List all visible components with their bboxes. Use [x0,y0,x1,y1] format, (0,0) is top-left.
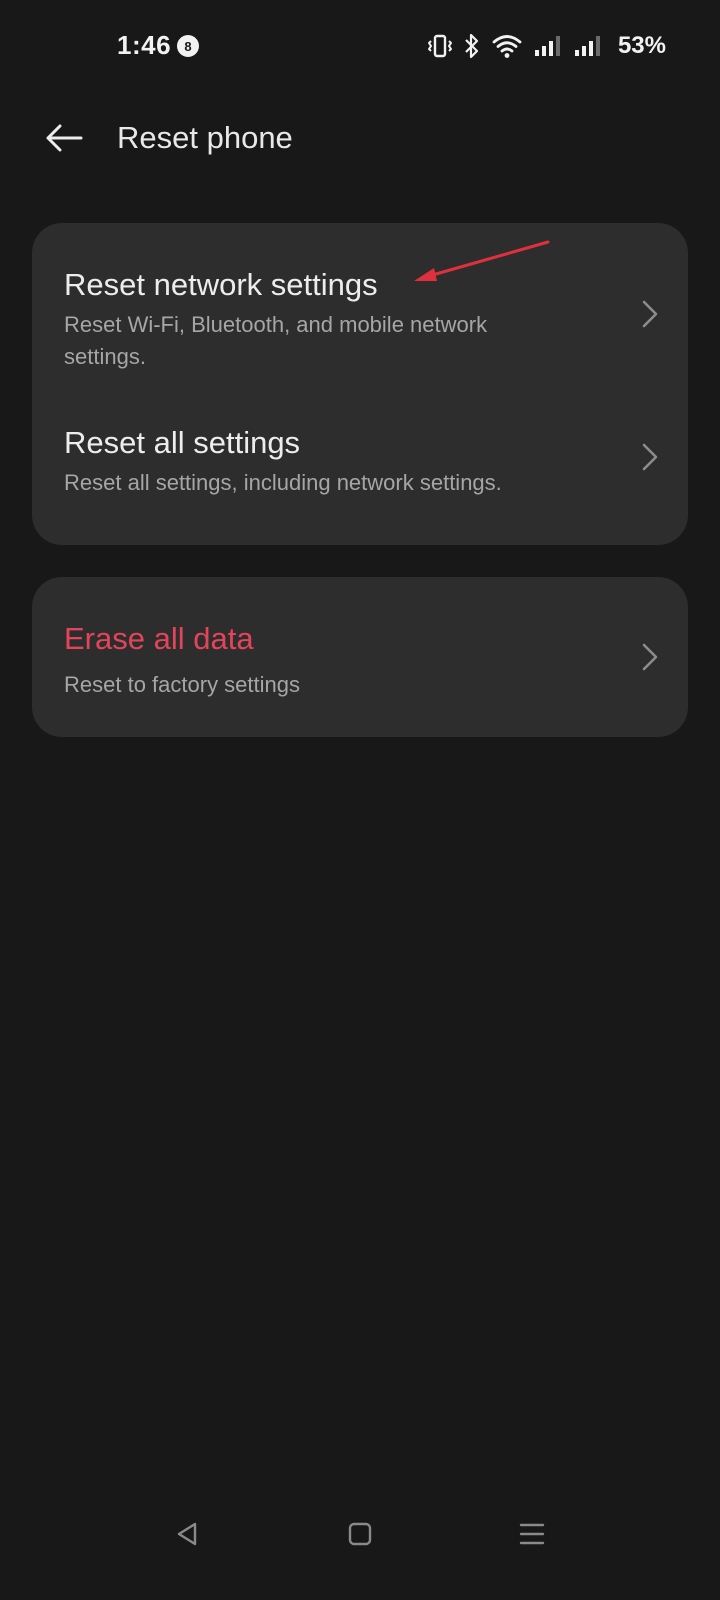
erase-all-subtitle: Reset to factory settings [64,672,300,697]
reset-all-settings-item[interactable]: Reset all settings Reset all settings, i… [32,383,688,545]
status-bar: 1:46 8 53% [0,0,720,96]
reset-options-card: Reset network settings Reset Wi-Fi, Blue… [32,223,688,545]
annotation-arrow-icon [414,240,550,281]
reset-network-settings-item[interactable]: Reset network settings Reset Wi-Fi, Blue… [32,223,688,383]
signal-icon [574,34,602,58]
back-triangle-icon [173,1520,201,1553]
wifi-icon [492,33,522,59]
nav-back-button[interactable] [163,1512,211,1560]
reset-all-title: Reset all settings [64,425,301,460]
page-title: Reset phone [117,120,293,155]
reset-all-subtitle: Reset all settings, including network se… [64,470,502,495]
status-time: 1:46 [117,30,172,60]
home-square-icon [346,1520,374,1553]
app-header: Reset phone [0,100,720,180]
status-icons: 53% [427,30,666,62]
reset-network-subtitle: Reset Wi-Fi, Bluetooth, and mobile netwo… [64,312,488,369]
bluetooth-icon [464,33,480,59]
notification-badge: 8 [177,35,199,57]
reset-network-title: Reset network settings [64,267,378,302]
erase-all-title: Erase all data [64,621,254,656]
system-nav-bar [0,1480,720,1600]
nav-recents-button[interactable] [508,1512,556,1560]
battery-percent: 53% [617,32,666,59]
nav-home-button[interactable] [336,1512,384,1560]
chevron-right-icon [638,296,662,332]
erase-all-data-item[interactable]: Erase all data Reset to factory settings [32,577,688,737]
arrow-left-icon [44,123,84,158]
back-button[interactable] [40,116,88,164]
chevron-right-icon [638,639,662,675]
vibrate-icon [427,33,452,59]
recents-menu-icon [518,1520,546,1553]
signal-icon [534,34,562,58]
erase-card: Erase all data Reset to factory settings [32,577,688,737]
chevron-right-icon [638,439,662,475]
screen: 1:46 8 53% Reset phone Reset network set… [0,0,720,1600]
